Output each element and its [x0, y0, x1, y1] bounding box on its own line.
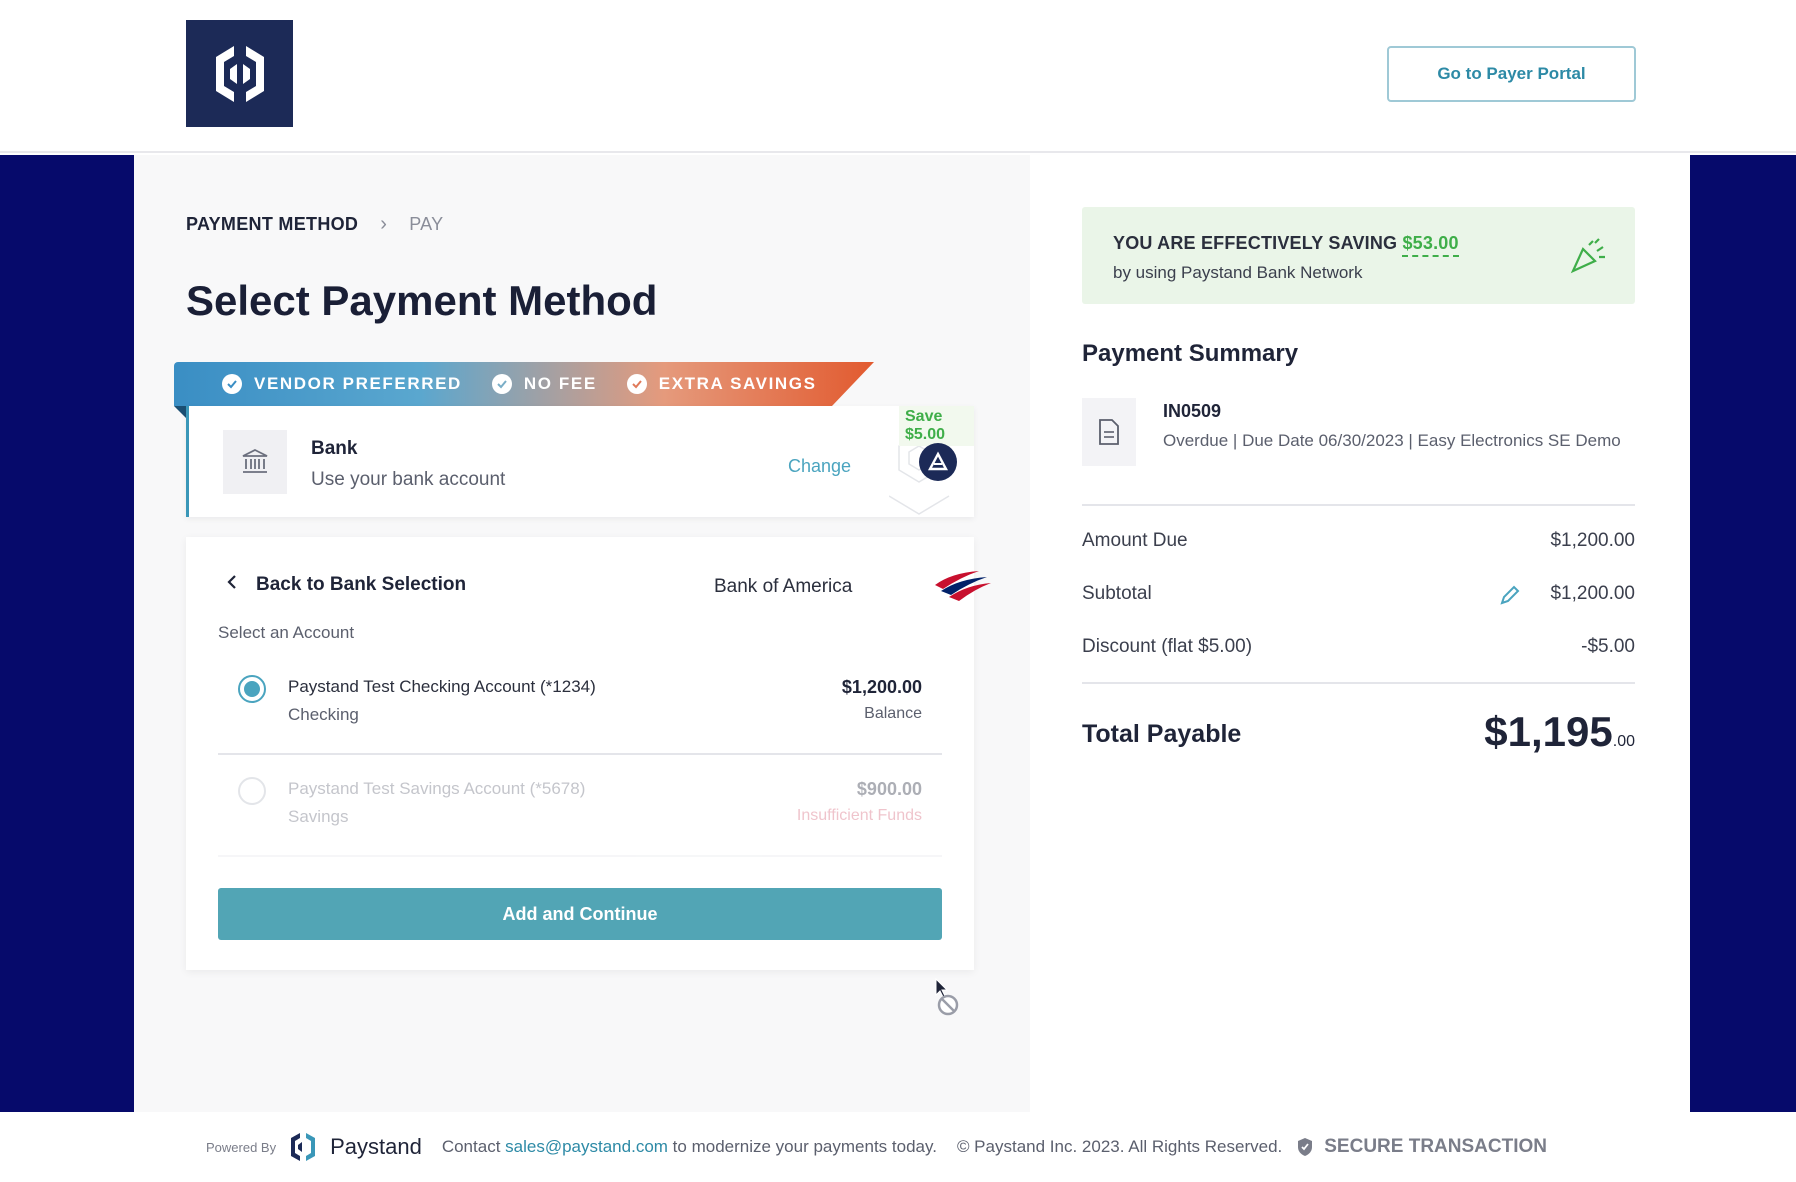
chevron-right-icon: › [380, 213, 388, 235]
summary-row-discount: Discount (flat $5.00) -$5.00 [1082, 636, 1635, 658]
breadcrumb: PAYMENT METHOD › PAY [186, 213, 443, 236]
powered-by-label: Powered By [206, 1139, 277, 1155]
paystand-logo-icon [215, 45, 264, 102]
paystand-brand-name: Paystand [330, 1134, 422, 1159]
total-payable-dollars: $1,195 [1484, 708, 1613, 755]
account-radio-checked[interactable] [238, 675, 266, 703]
invoice-details: Overdue | Due Date 06/30/2023 | Easy Ele… [1163, 431, 1621, 450]
contact-suffix: to modernize your payments today. [672, 1137, 937, 1156]
account-balance-label: Balance [864, 705, 922, 722]
divider [1082, 504, 1635, 506]
account-type: Savings [288, 807, 349, 826]
contact-prefix: Contact [441, 1137, 501, 1156]
invoice-number: IN0509 [1163, 401, 1222, 421]
ribbon-item-extra-savings: EXTRA SAVINGS [626, 374, 817, 394]
savings-subtitle: by using Paystand Bank Network [1113, 263, 1363, 282]
sales-email-link[interactable]: sales@paystand.com [505, 1137, 668, 1157]
account-radio-unchecked [238, 777, 266, 805]
account-name: Paystand Test Savings Account (*5678) [288, 779, 586, 798]
left-background-bar [0, 155, 134, 1112]
bank-payment-option-card[interactable]: Bank Use your bank account Change Save $… [186, 406, 974, 517]
ribbon-item-no-fee: NO FEE [491, 374, 597, 394]
total-payable-cents: .00 [1612, 733, 1635, 750]
account-type: Checking [288, 705, 359, 724]
select-account-label: Select an Account [218, 623, 355, 642]
payment-method-panel: PAYMENT METHOD › PAY Select Payment Meth… [134, 155, 1030, 1112]
summary-row-label: Subtotal [1082, 583, 1152, 604]
vendor-badge-icon [919, 443, 957, 481]
ribbon-fold [174, 406, 186, 418]
check-circle-icon [491, 374, 512, 394]
account-selection-box: Back to Bank Selection Bank of America S… [186, 537, 991, 970]
divider [1082, 682, 1635, 684]
savings-title-text: YOU ARE EFFECTIVELY SAVING [1113, 233, 1398, 253]
summary-row-label: Discount (flat $5.00) [1082, 636, 1253, 657]
change-link[interactable]: Change [788, 456, 851, 477]
paystand-footer-logo-icon [291, 1133, 316, 1161]
payment-summary-panel: YOU ARE EFFECTIVELY SAVING $53.00 by usi… [1030, 155, 1690, 1112]
total-payable-label: Total Payable [1082, 720, 1242, 748]
bank-of-america-logo-icon [935, 571, 991, 601]
account-option-savings-disabled: Paystand Test Savings Account (*5678) Sa… [218, 757, 942, 857]
party-popper-icon [1570, 238, 1605, 274]
total-payable-amount: $1,195.00 [1484, 708, 1635, 756]
go-to-payer-portal-button[interactable]: Go to Payer Portal [1387, 46, 1636, 102]
breadcrumb-pay: PAY [409, 214, 444, 234]
account-option-checking[interactable]: Paystand Test Checking Account (*1234) C… [218, 655, 942, 755]
edit-pencil-icon[interactable] [1498, 583, 1522, 607]
summary-row-value: -$5.00 [1581, 636, 1635, 657]
chevron-left-icon [226, 574, 238, 596]
selected-bank-name: Bank of America [714, 576, 853, 597]
check-circle-icon [626, 374, 647, 394]
document-icon [1082, 398, 1136, 466]
account-name: Paystand Test Checking Account (*1234) [288, 677, 596, 696]
check-circle-icon [222, 374, 242, 394]
bank-option-title: Bank [311, 438, 358, 459]
ribbon-item-vendor-preferred: VENDOR PREFERRED [222, 374, 462, 394]
not-allowed-cursor-icon [935, 977, 959, 1016]
ribbon-label: VENDOR PREFERRED [254, 374, 462, 393]
back-link-label: Back to Bank Selection [256, 574, 467, 595]
bank-icon [223, 430, 287, 494]
ribbon-label: NO FEE [523, 374, 597, 393]
savings-banner: YOU ARE EFFECTIVELY SAVING $53.00 by usi… [1082, 207, 1635, 304]
header: Go to Payer Portal [0, 0, 1796, 153]
summary-row-value: $1,200.00 [1550, 530, 1635, 551]
paystand-logo[interactable] [186, 20, 293, 127]
payment-summary-title: Payment Summary [1082, 340, 1299, 367]
footer: Powered By Paystand Contact sales@paysta… [0, 1112, 1796, 1182]
breadcrumb-payment-method[interactable]: PAYMENT METHOD [186, 214, 358, 235]
save-badge: Save $5.00 [899, 406, 974, 446]
account-balance: $1,200.00 [841, 677, 922, 697]
payment-benefits-ribbon: VENDOR PREFERRED NO FEE EXTRA SAVINGS [174, 362, 874, 406]
summary-row-value: $1,200.00 [1550, 583, 1635, 604]
secure-transaction-label: SECURE TRANSACTION [1324, 1136, 1547, 1157]
right-background-bar [1690, 155, 1796, 1112]
savings-title: YOU ARE EFFECTIVELY SAVING $53.00 [1113, 233, 1459, 257]
savings-amount: $53.00 [1402, 233, 1459, 257]
ribbon-label: EXTRA SAVINGS [658, 374, 817, 393]
page-title: Select Payment Method [186, 277, 658, 324]
account-balance: $900.00 [856, 779, 922, 799]
summary-row-label: Amount Due [1082, 530, 1188, 551]
shield-icon [1298, 1138, 1313, 1156]
secure-transaction-badge: SECURE TRANSACTION [1296, 1136, 1547, 1158]
summary-row-amount-due: Amount Due $1,200.00 [1082, 530, 1635, 552]
add-and-continue-button[interactable]: Add and Continue [218, 888, 942, 940]
summary-row-subtotal: Subtotal $1,200.00 [1082, 583, 1635, 605]
bank-option-subtitle: Use your bank account [311, 469, 506, 490]
insufficient-funds-label: Insufficient Funds [796, 807, 922, 824]
copyright-text: © Paystand Inc. 2023. All Rights Reserve… [956, 1137, 1283, 1156]
back-to-bank-selection-link[interactable]: Back to Bank Selection [226, 574, 466, 596]
